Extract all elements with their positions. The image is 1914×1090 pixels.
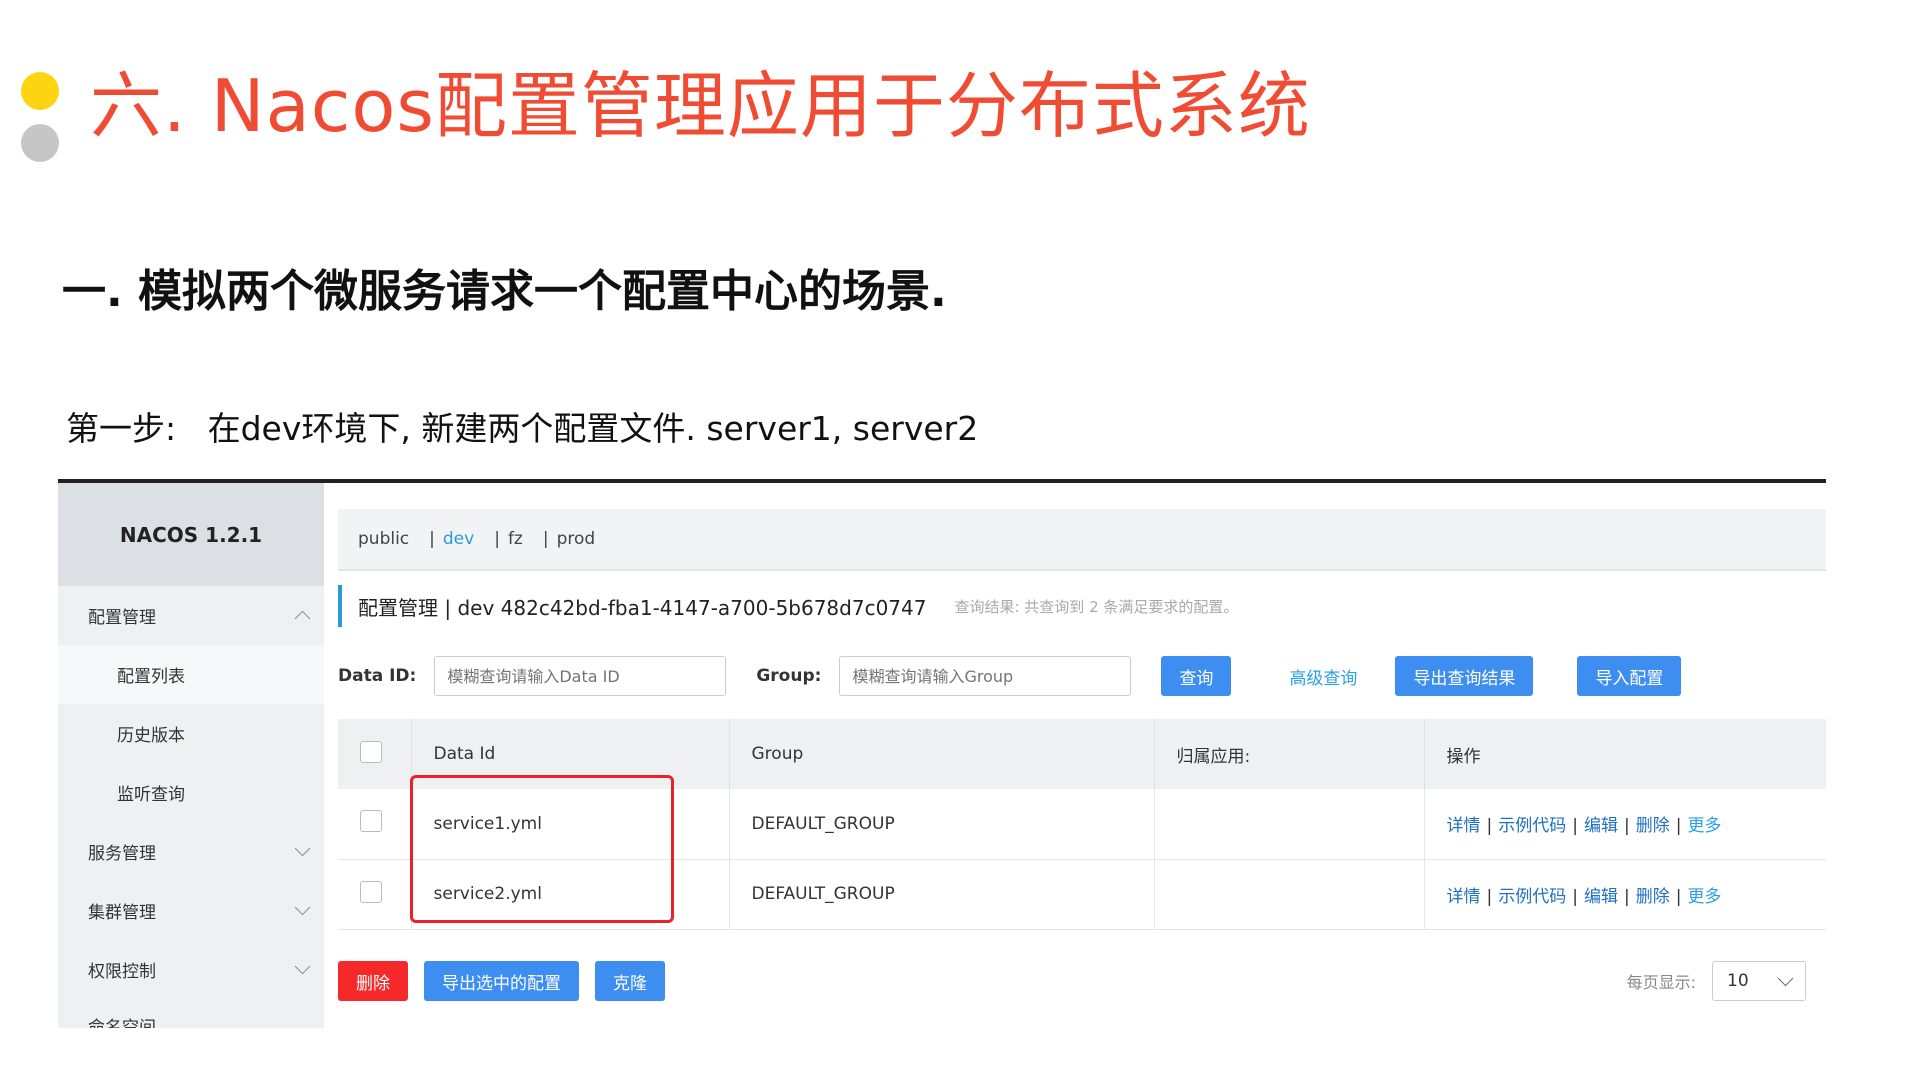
config-table: Data Id Group 归属应用: 操作 service1.yml DEFA… bbox=[338, 719, 1826, 930]
separator: | bbox=[429, 529, 435, 549]
brand-logo: NACOS 1.2.1 bbox=[58, 483, 324, 586]
detail-link[interactable]: 详情 bbox=[1447, 816, 1481, 836]
chevron-down-icon bbox=[1777, 970, 1794, 986]
more-link[interactable]: 更多 bbox=[1687, 816, 1721, 836]
filter-bar: Data ID: Group: 查询 高级查询 导出查询结果 导入配置 bbox=[338, 655, 1682, 697]
select-all-checkbox[interactable] bbox=[360, 740, 382, 763]
namespace-fz[interactable]: fz bbox=[508, 529, 523, 549]
chevron-down-icon bbox=[294, 840, 311, 857]
more-link[interactable]: 更多 bbox=[1687, 887, 1721, 907]
chevron-down-icon bbox=[294, 899, 311, 916]
page-header: 配置管理 | dev 482c42bd-fba1-4147-a700-5b678… bbox=[338, 585, 1238, 627]
page-size-control: 每页显示: 10 bbox=[1627, 961, 1806, 1001]
col-group[interactable]: Group bbox=[729, 719, 1155, 789]
namespace-prod[interactable]: prod bbox=[557, 529, 596, 549]
dataid-input[interactable] bbox=[434, 656, 727, 696]
sample-code-link[interactable]: 示例代码 bbox=[1498, 816, 1566, 836]
group-cell: DEFAULT_GROUP bbox=[729, 789, 1155, 860]
sidebar-item-label: 配置管理 bbox=[88, 608, 156, 628]
table-footer: 删除 导出选中的配置 克隆 每页显示: 10 bbox=[338, 961, 1826, 1003]
ops-cell: 详情 | 示例代码 | 编辑 | 删除 | 更多 bbox=[1424, 859, 1826, 930]
sidebar-item-listen-query[interactable]: 监听查询 bbox=[58, 763, 324, 822]
clone-button[interactable]: 克隆 bbox=[595, 961, 665, 1001]
sidebar-item-label: 监听查询 bbox=[117, 785, 185, 805]
delete-link[interactable]: 删除 bbox=[1636, 887, 1670, 907]
main-content: public | dev | fz | prod 配置管理 | dev 482c… bbox=[338, 483, 1826, 1028]
row-checkbox[interactable] bbox=[360, 810, 382, 833]
row-select-cell bbox=[338, 789, 412, 860]
group-input[interactable] bbox=[839, 656, 1132, 696]
step-label: 第一步: bbox=[66, 409, 177, 448]
row-checkbox[interactable] bbox=[360, 880, 382, 903]
export-selected-button[interactable]: 导出选中的配置 bbox=[424, 961, 579, 1001]
nacos-console: NACOS 1.2.1 配置管理 配置列表 历史版本 监听查询 服务管理 集群管… bbox=[58, 483, 1826, 1028]
step-text: 在dev环境下, 新建两个配置文件. server1, server2 bbox=[207, 409, 979, 448]
table-row: service2.yml DEFAULT_GROUP 详情 | 示例代码 | 编辑 | 删除… bbox=[338, 859, 1826, 930]
sidebar-item-access-control[interactable]: 权限控制 bbox=[58, 940, 324, 999]
col-ops: 操作 bbox=[1424, 719, 1826, 789]
namespace-bar: public | dev | fz | prod bbox=[338, 509, 1826, 571]
app-cell bbox=[1154, 789, 1425, 860]
export-results-button[interactable]: 导出查询结果 bbox=[1395, 656, 1534, 696]
sidebar: NACOS 1.2.1 配置管理 配置列表 历史版本 监听查询 服务管理 集群管… bbox=[58, 483, 324, 1028]
separator: | bbox=[494, 529, 500, 549]
page-size-select[interactable]: 10 bbox=[1712, 961, 1806, 1001]
separator: | bbox=[542, 529, 549, 549]
sidebar-item-history[interactable]: 历史版本 bbox=[58, 704, 324, 763]
result-hint: 查询结果: 共查询到 2 条满足要求的配置。 bbox=[954, 597, 1239, 616]
page-size-value: 10 bbox=[1727, 971, 1749, 991]
bulk-actions: 删除 导出选中的配置 克隆 bbox=[338, 961, 681, 1001]
group-label: Group: bbox=[756, 666, 822, 686]
edit-link[interactable]: 编辑 bbox=[1584, 887, 1618, 907]
page-size-label: 每页显示: bbox=[1626, 973, 1696, 992]
chevron-up-icon bbox=[294, 610, 311, 627]
sidebar-item-label: 集群管理 bbox=[88, 903, 156, 923]
ops-cell: 详情 | 示例代码 | 编辑 | 删除 | 更多 bbox=[1424, 789, 1826, 860]
col-app: 归属应用: bbox=[1154, 719, 1425, 789]
page-title: 配置管理 | dev 482c42bd-fba1-4147-a700-5b678… bbox=[358, 595, 927, 620]
sidebar-item-label: 历史版本 bbox=[117, 726, 185, 746]
select-all-cell bbox=[338, 719, 412, 789]
advanced-query-link[interactable]: 高级查询 bbox=[1289, 664, 1357, 689]
chevron-down-icon bbox=[294, 958, 311, 975]
sidebar-item-config-list[interactable]: 配置列表 bbox=[58, 645, 324, 704]
sidebar-item-config-management[interactable]: 配置管理 bbox=[58, 586, 324, 645]
namespace-public[interactable]: public bbox=[358, 529, 409, 549]
data-id-cell: service1.yml bbox=[411, 789, 730, 860]
sidebar-item-label: 服务管理 bbox=[88, 844, 156, 864]
detail-link[interactable]: 详情 bbox=[1447, 887, 1481, 907]
sidebar-item-service-management[interactable]: 服务管理 bbox=[58, 822, 324, 881]
slide-subtitle: 一. 模拟两个微服务请求一个配置中心的场景. bbox=[62, 266, 947, 317]
row-select-cell bbox=[338, 859, 412, 930]
data-id-cell: service2.yml bbox=[411, 859, 730, 930]
table-header-row: Data Id Group 归属应用: 操作 bbox=[338, 719, 1826, 789]
sidebar-item-cluster-management[interactable]: 集群管理 bbox=[58, 881, 324, 940]
table-row: service1.yml DEFAULT_GROUP 详情 | 示例代码 | 编辑 | 删除… bbox=[338, 789, 1826, 860]
sidebar-item-label: 配置列表 bbox=[117, 667, 185, 687]
sample-code-link[interactable]: 示例代码 bbox=[1498, 887, 1566, 907]
col-data-id[interactable]: Data Id bbox=[411, 719, 730, 789]
delete-link[interactable]: 删除 bbox=[1636, 816, 1670, 836]
slide-title: 六. Nacos配置管理应用于分布式系统 bbox=[90, 64, 1311, 148]
edit-link[interactable]: 编辑 bbox=[1584, 816, 1618, 836]
delete-selected-button[interactable]: 删除 bbox=[338, 961, 408, 1001]
yellow-bullet-dot bbox=[21, 72, 59, 110]
gray-bullet-dot bbox=[21, 124, 59, 162]
step-description: 第一步: 在dev环境下, 新建两个配置文件. server1, server2 bbox=[66, 402, 978, 450]
namespace-dev[interactable]: dev bbox=[443, 529, 474, 549]
sidebar-item-label: 权限控制 bbox=[88, 962, 156, 982]
sidebar-item-namespace[interactable]: 命名空间 bbox=[88, 1013, 156, 1028]
app-cell bbox=[1154, 859, 1425, 930]
dataid-label: Data ID: bbox=[338, 666, 417, 686]
query-button[interactable]: 查询 bbox=[1161, 656, 1232, 696]
import-config-button[interactable]: 导入配置 bbox=[1577, 656, 1682, 696]
group-cell: DEFAULT_GROUP bbox=[729, 859, 1155, 930]
